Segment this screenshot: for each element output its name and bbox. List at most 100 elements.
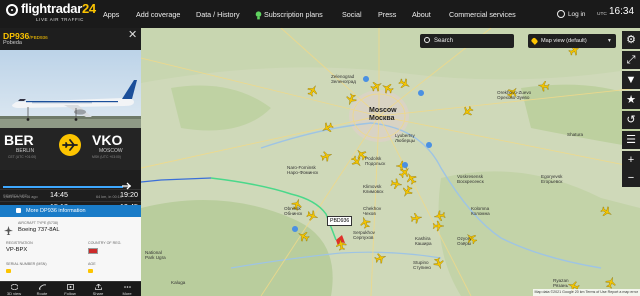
nav-commercial-services[interactable]: Commercial services <box>449 0 516 28</box>
map-label-klimovsk: Klimovsk Климовск <box>363 184 384 194</box>
destination-code[interactable]: VKO <box>92 132 122 148</box>
map-label-stupino: Stupino Ступино <box>413 260 431 270</box>
more-flight-info-button[interactable]: More DP936 information <box>0 205 141 217</box>
selected-flight-callsign[interactable]: PBD936 <box>327 216 353 226</box>
map-view-dropdown[interactable]: Map view (default) ▾ <box>528 34 616 48</box>
flight-direction-badge <box>59 134 81 156</box>
scheduled-departure: 14:45 <box>50 190 68 199</box>
route-button[interactable]: Route <box>28 282 56 296</box>
map-label-orekhovo: Orekhovo-Zuevo Орехово-Зуево <box>497 90 532 100</box>
widgets-button[interactable]: ☰ <box>622 131 640 149</box>
share-button[interactable]: Share <box>84 282 112 296</box>
registration-value[interactable]: VP-BPX <box>6 247 27 253</box>
expand-icon: ⤢ <box>626 54 636 66</box>
lightbulb-icon <box>255 10 262 19</box>
more-flight-info-label: More DP936 information <box>26 208 86 214</box>
map-label-kolomna: Kolomna Коломна <box>471 206 490 216</box>
share-label: Share <box>92 291 104 296</box>
map-label-obninsk: Obninsk Обнинск <box>284 206 303 216</box>
flightradar24-logo[interactable]: flightradar24 LIVE AIR TRAFFIC <box>6 1 98 25</box>
origin-timezone: CET (UTC +01:00) <box>8 155 37 159</box>
nav-press[interactable]: Press <box>378 0 396 28</box>
scheduled-arrival: 19:20 <box>120 190 138 199</box>
filter-button[interactable]: ▼ <box>622 71 640 89</box>
map-label-lyubertsy: Lyubertsy Люберцы <box>395 133 416 143</box>
nav-social[interactable]: Social <box>342 0 362 28</box>
nav-add-coverage[interactable]: Add coverage <box>136 0 180 28</box>
nav-subscription-plans[interactable]: Subscription plans <box>255 0 323 28</box>
aircraft-icon <box>4 226 13 235</box>
nav-apps[interactable]: Apps <box>103 0 119 28</box>
flight-info-panel: DP936/PBD936 Pobeda ✕ BER BERLIN CET (UT… <box>0 28 141 296</box>
map-label-voskresensk: Voskresensk Воскресенск <box>457 174 484 184</box>
flight-progress-bar <box>3 186 128 188</box>
destination-city: MOSCOW <box>99 148 123 154</box>
utc-label: UTC <box>597 12 607 17</box>
route-summary: BER BERLIN CET (UTC +01:00) VKO MOSCOW M… <box>0 128 141 170</box>
map-toolbar: ⚙ ⤢ ▼ ★ ↺ ☰ + − <box>622 31 640 213</box>
settings-button[interactable]: ⚙ <box>622 31 640 49</box>
origin-code[interactable]: BER <box>4 132 34 148</box>
progress-airplane-icon <box>122 182 131 190</box>
radar-logo-icon <box>6 4 18 16</box>
playback-button[interactable]: ↺ <box>622 111 640 129</box>
serial-lock-icon[interactable] <box>6 269 11 273</box>
filter-icon: ▼ <box>625 74 637 86</box>
map-label-shatura: Shatura <box>567 132 584 137</box>
logo-tagline: LIVE AIR TRAFFIC <box>36 17 85 22</box>
follow-button[interactable]: Follow <box>56 282 84 296</box>
minus-icon: − <box>627 172 635 184</box>
star-icon: ★ <box>626 94 636 106</box>
map-label-moscow-ru: Москва <box>369 115 395 122</box>
search-icon <box>424 37 430 43</box>
registration-label: REGISTRATION <box>6 241 33 245</box>
login-button[interactable]: Log in <box>557 0 585 28</box>
map-label-egoryevsk: Egoryevsk Егорьевск <box>541 174 563 184</box>
lock-icon <box>16 208 21 214</box>
close-icon[interactable]: ✕ <box>128 29 137 41</box>
route-icon <box>38 284 46 290</box>
map-label-chekhov: Chekhov Чехов <box>363 206 382 216</box>
more-label: More <box>122 291 132 296</box>
more-icon <box>123 286 131 288</box>
map-label-national-park: National Park Ugra <box>145 250 166 260</box>
chevron-down-icon: ▾ <box>608 38 611 44</box>
more-button[interactable]: More <box>113 282 141 296</box>
search-box[interactable]: Search <box>420 34 514 48</box>
route-label: Route <box>36 291 48 296</box>
3d-view-label: 3D view <box>6 291 22 296</box>
map-label-zelenograd: Zelenograd Зеленоград <box>331 74 356 84</box>
nav-data-history[interactable]: Data / History <box>196 0 240 28</box>
flight-map[interactable]: Zelenograd Зеленоград Moscow Москва Naro… <box>141 28 640 296</box>
map-label-moscow-en: Moscow <box>369 107 397 114</box>
aircraft-photo[interactable]: © Anna Pavlova <box>0 50 141 139</box>
aircraft-type-value: Boeing 737-8AL <box>18 227 60 233</box>
map-canvas[interactable] <box>141 28 640 296</box>
zoom-in-button[interactable]: + <box>622 151 640 169</box>
distance-flown: 1,581 km, 02:16 ago <box>3 195 38 199</box>
map-label-serpukhov: Serpukhov Серпухов <box>353 230 375 240</box>
map-label-podolsk: Podolsk Подольск <box>365 156 386 166</box>
nav-subscription-label: Subscription plans <box>264 10 323 19</box>
zoom-out-button[interactable]: − <box>622 169 640 187</box>
map-label-kaluga: Kaluga <box>171 280 186 285</box>
fullscreen-button[interactable]: ⤢ <box>622 51 640 69</box>
flight-action-bar: 3D view Route Follow Share More <box>0 281 141 296</box>
3d-view-button[interactable]: 3D view <box>0 282 28 296</box>
map-pin-icon <box>530 37 539 45</box>
origin-city: BERLIN <box>16 148 35 154</box>
gear-icon: ⚙ <box>626 34 636 46</box>
cube-icon <box>10 284 18 290</box>
sliders-icon: ☰ <box>626 134 636 146</box>
map-label-kashira: Kashira Кашира <box>415 236 432 246</box>
distance-remaining: 64 km, in 00:10 <box>96 195 122 199</box>
map-label-ryazan: Ryazan Рязань <box>553 278 569 288</box>
nav-about[interactable]: About <box>412 0 431 28</box>
flight-progress-fill <box>3 186 123 188</box>
map-attribution[interactable]: Map data ©2021 Google 20 km Terms of Use… <box>532 289 640 296</box>
aircraft-details: AIRCRAFT TYPE (B738) Boeing 737-8AL REGI… <box>0 217 141 281</box>
top-navigation-bar: flightradar24 LIVE AIR TRAFFIC Apps Add … <box>0 0 640 28</box>
airplane-icon <box>62 139 78 151</box>
favorites-button[interactable]: ★ <box>622 91 640 109</box>
age-lock-icon[interactable] <box>88 269 93 273</box>
